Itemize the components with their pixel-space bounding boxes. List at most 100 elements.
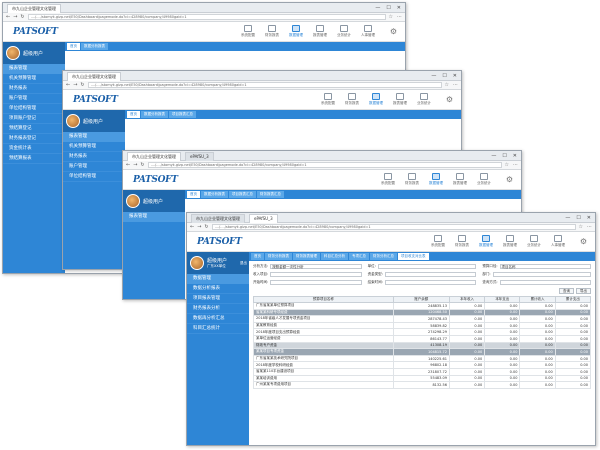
menu-icon[interactable]: ⋯ [587,224,592,230]
menu-icon[interactable]: ⋯ [513,162,518,168]
module-item-active[interactable]: 数据管理 [479,235,493,248]
sidebar-item[interactable]: 预结算登记 [3,124,65,134]
browser-tab[interactable]: 市九山企业管理文化管理 [127,151,181,161]
close-icon[interactable]: ✕ [453,73,457,79]
gear-icon[interactable]: ⚙ [580,237,587,246]
sidebar-item[interactable]: 数据再分析汇总 [187,314,249,324]
filter-input[interactable] [377,264,477,269]
module-item[interactable]: 报表管理 [453,173,467,186]
table-row[interactable]: 2018年度项目支出预算经费 274298.29 0.00 0.00 0.00 0.00 [253,328,592,336]
sidebar-item[interactable]: 机关预算管理 [63,142,125,152]
table-row[interactable]: 某单位运营经费 86143.77 0.00 0.00 0.00 0.00 [253,334,592,343]
crumb[interactable]: 首页 [127,111,140,118]
url-input[interactable]: ..../..../stomyk.gizp.net/E50/Dashboard/… [211,224,576,230]
gear-icon[interactable]: ⚙ [390,27,397,36]
sidebar-item[interactable]: 科目汇总统计 [187,324,249,334]
crumb-active[interactable]: 项目收支对比表 [398,253,429,260]
minimize-icon[interactable]: — [491,153,496,159]
filter-input[interactable] [270,272,362,277]
back-icon[interactable]: ← [66,82,70,88]
sidebar-item[interactable]: 单位结构管理 [3,104,65,114]
table-row[interactable]: 财政专户资金 41308.19 0.00 0.00 0.00 0.00 [253,341,592,350]
maximize-icon[interactable]: ☐ [442,73,446,79]
sidebar-item[interactable]: 财务报表 [3,84,65,94]
menu-icon[interactable]: ⋯ [397,14,402,20]
browser-tab[interactable]: 市九山企业管理文化管理 [67,71,121,81]
crumb[interactable]: 项目报表汇总 [169,111,196,118]
maximize-icon[interactable]: ☐ [386,5,390,11]
crumb[interactable]: 财务报表汇总 [257,191,284,198]
filter-select[interactable]: 按照金额一次性分析 [270,264,362,269]
star-icon[interactable]: ☆ [445,82,449,88]
crumb[interactable]: 数据分析报表 [201,191,228,198]
module-item[interactable]: 业务统计 [417,93,431,106]
maximize-icon[interactable]: ☐ [502,153,506,159]
sidebar-item[interactable]: 预结算报表 [3,154,65,164]
sidebar-item[interactable]: 账户管理 [3,94,65,104]
forward-icon[interactable]: → [13,14,17,20]
crumb[interactable]: 科目汇总分析 [321,253,348,260]
close-icon[interactable]: ✕ [397,5,401,11]
module-item[interactable]: 财务报表 [345,93,359,106]
sidebar-item[interactable]: 单位结构管理 [63,172,125,182]
module-item[interactable]: 业务统计 [527,235,541,248]
back-icon[interactable]: ← [6,14,10,20]
gear-icon[interactable]: ⚙ [446,95,453,104]
filter-date[interactable] [384,280,477,285]
sidebar-item[interactable]: 项目报表管理 [187,294,249,304]
close-icon[interactable]: ✕ [587,215,591,221]
browser-tab[interactable]: 市九山企业管理文化管理 [191,213,245,223]
filter-input[interactable] [492,272,591,277]
module-item[interactable]: 数据管理 [429,173,443,186]
crumb[interactable]: 项目报表汇总 [229,191,256,198]
module-item[interactable]: 报表管理 [503,235,517,248]
module-item[interactable]: 系统配置 [321,93,335,106]
filter-select[interactable] [499,280,591,285]
module-item[interactable]: 人事管理 [551,235,565,248]
browser-tab[interactable]: 市九山企业管理文化管理 [7,3,61,13]
refresh-icon[interactable]: ↻ [140,162,144,168]
module-item[interactable]: 财务报表 [265,25,279,38]
forward-icon[interactable]: → [197,224,201,230]
forward-icon[interactable]: → [133,162,137,168]
url-input[interactable]: ..../..../stomyk.gizp.net/E50/Dashboard/… [147,162,502,168]
module-item[interactable]: 系统配置 [431,235,445,248]
close-icon[interactable]: ✕ [513,153,517,159]
table-row[interactable]: 省某某110平台建设项目 231807.72 0.00 0.00 0.00 0.00 [253,367,592,376]
crumb[interactable]: 财务分析报表 [265,253,292,260]
crumb[interactable]: 首页 [67,43,80,50]
filter-input[interactable] [384,272,477,277]
module-item[interactable]: 业务统计 [337,25,351,38]
sidebar-item[interactable]: 财务报表分析 [187,304,249,314]
module-item[interactable]: 报表管理 [313,25,327,38]
minimize-icon[interactable]: — [375,5,380,11]
sidebar-item[interactable]: 项目账户登记 [3,114,65,124]
crumb[interactable]: 数据分析报表 [141,111,168,118]
crumb[interactable]: 财务分析汇总 [370,253,397,260]
url-input[interactable]: ..../..../stomyk.gizp.net/E50/Dashboard/… [87,82,442,88]
table-row[interactable]: 广州某某专项费用项目 8132.56 0.00 0.00 0.00 0.00 [253,381,592,389]
module-item[interactable]: 财务报表 [455,235,469,248]
table-row[interactable]: 某某培训费用 55483.09 0.00 0.00 0.00 0.00 [253,374,592,383]
sidebar-item[interactable]: 账户管理 [63,162,125,172]
refresh-icon[interactable]: ↻ [80,82,84,88]
sidebar-section[interactable]: 报表管理 [63,132,125,142]
module-item[interactable]: 业务统计 [477,173,491,186]
gear-icon[interactable]: ⚙ [506,175,513,184]
refresh-icon[interactable]: ↻ [204,224,208,230]
sidebar-section[interactable]: 报表管理 [123,212,185,222]
table-row[interactable]: 2018年度学校科研经费 96802.18 0.00 0.00 0.00 0.00 [253,361,592,369]
module-item[interactable]: 系统配置 [381,173,395,186]
sidebar-item[interactable]: 资金统计表 [3,144,65,154]
back-icon[interactable]: ← [190,224,194,230]
sidebar-item[interactable]: 财务报表登记 [3,134,65,144]
star-icon[interactable]: ☆ [505,162,509,168]
sidebar-item[interactable]: 数据分析报表 [187,284,249,294]
logout-link[interactable]: 退出 [240,261,247,266]
table-row[interactable]: 某某教育经费 58839.82 0.00 0.00 0.00 0.00 [253,321,592,330]
filter-date[interactable] [270,280,362,285]
star-icon[interactable]: ☆ [579,224,583,230]
url-input[interactable]: ..../..../stomyk.gizp.net/E50/Dashboard/… [27,14,386,20]
sidebar-section[interactable]: 报表管理 [3,64,65,74]
table-row[interactable]: 某某项目专项资金 104815.72 0.00 0.00 0.00 0.00 [253,348,592,356]
